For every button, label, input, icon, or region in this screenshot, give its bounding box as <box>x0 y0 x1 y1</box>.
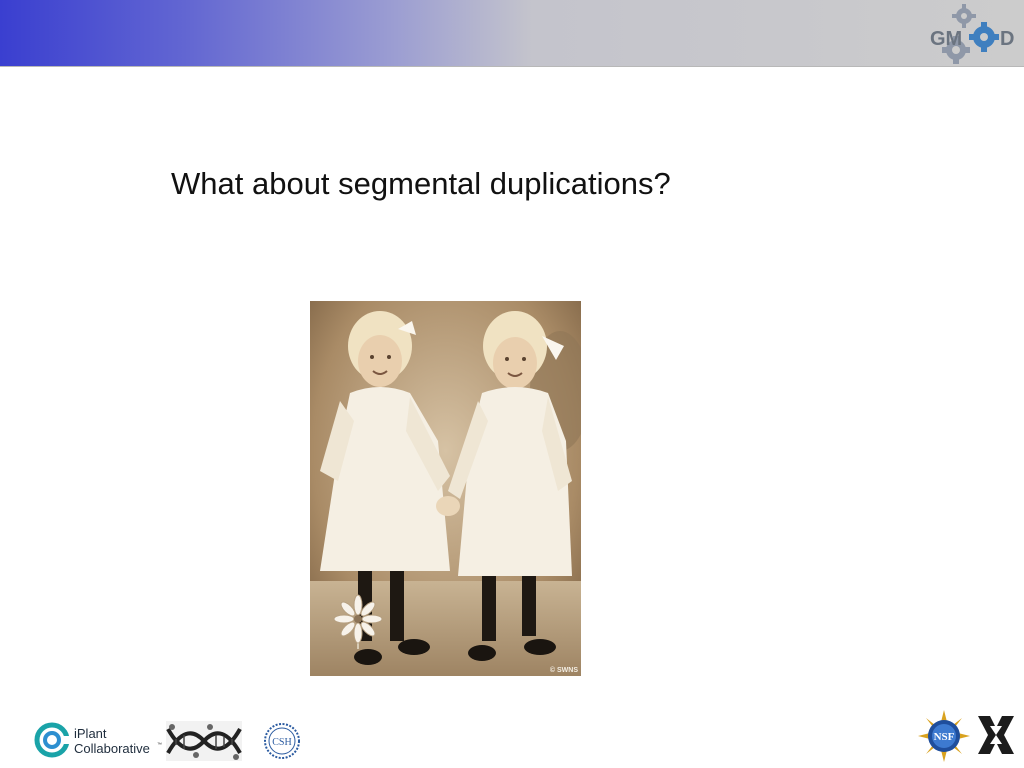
header-bar <box>0 0 1024 67</box>
csh-logo: CSH <box>262 721 302 766</box>
nsf-logo: NSF <box>918 710 970 767</box>
svg-text:D: D <box>1000 28 1014 50</box>
gmod-logo: GM D <box>926 2 1022 66</box>
iplant-name-line1: iPlant <box>74 726 107 741</box>
iplant-icon <box>34 722 70 758</box>
iplant-collaborative-logo: iPlant Collaborative ™ <box>34 720 164 760</box>
iplant-name-line2: Collaborative <box>74 741 150 756</box>
svg-text:GM: GM <box>930 28 962 50</box>
iplant-trademark: ™ <box>157 742 162 748</box>
svg-text:NSF: NSF <box>934 731 955 743</box>
twin-girls-photo: © SWNS <box>310 301 581 676</box>
partner-emblem-logo <box>976 714 1016 761</box>
slide-title: What about segmental duplications? <box>171 166 671 201</box>
svg-text:CSH: CSH <box>272 737 291 748</box>
photo-credit: © SWNS <box>549 667 578 674</box>
dna-helix-logo <box>166 721 242 766</box>
